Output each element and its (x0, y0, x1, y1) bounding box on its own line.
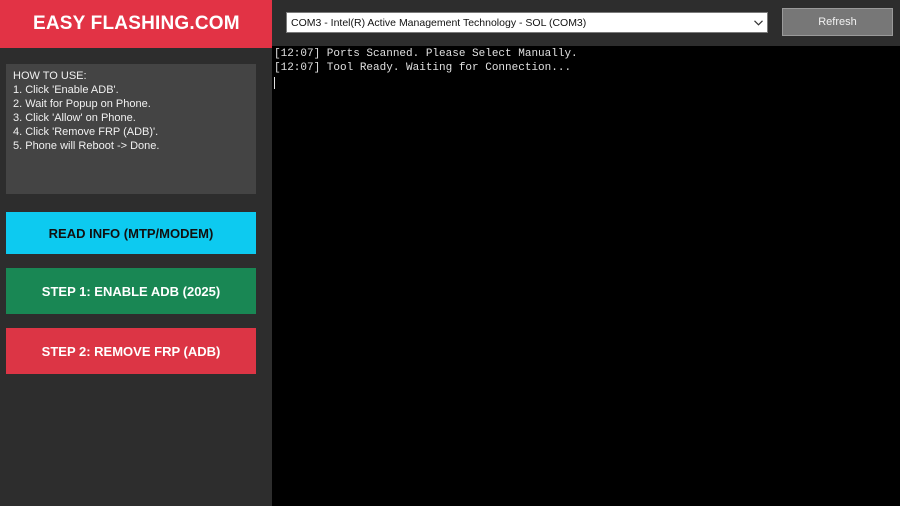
enable-adb-button[interactable]: STEP 1: ENABLE ADB (2025) (6, 268, 256, 314)
text-caret (274, 75, 898, 94)
brand-title: EASY FLASHING.COM (33, 13, 240, 34)
instruction-line: 2. Wait for Popup on Phone. (13, 98, 151, 110)
brand-header: EASY FLASHING.COM (0, 0, 272, 48)
sidebar: EASY FLASHING.COM HOW TO USE: 1. Click '… (0, 0, 272, 506)
remove-frp-button[interactable]: STEP 2: REMOVE FRP (ADB) (6, 328, 256, 374)
log-line: [12:07] Ports Scanned. Please Select Man… (274, 48, 578, 60)
read-info-button[interactable]: READ INFO (MTP/MODEM) (6, 212, 256, 254)
toolbar: COM3 - Intel(R) Active Management Techno… (272, 0, 900, 46)
instructions-heading: HOW TO USE: (13, 70, 87, 82)
chevron-down-icon[interactable] (749, 13, 767, 32)
instruction-line: 4. Click 'Remove FRP (ADB)'. (13, 126, 159, 138)
log-console[interactable]: [12:07] Ports Scanned. Please Select Man… (272, 46, 900, 506)
instruction-line: 5. Phone will Reboot -> Done. (13, 140, 160, 152)
refresh-button[interactable]: Refresh (782, 8, 893, 36)
instructions-panel: HOW TO USE: 1. Click 'Enable ADB'. 2. Wa… (6, 64, 256, 194)
port-select[interactable]: COM3 - Intel(R) Active Management Techno… (286, 12, 768, 33)
log-line: [12:07] Tool Ready. Waiting for Connecti… (274, 62, 572, 74)
port-select-value: COM3 - Intel(R) Active Management Techno… (291, 16, 587, 29)
instruction-line: 3. Click 'Allow' on Phone. (13, 112, 136, 124)
instruction-line: 1. Click 'Enable ADB'. (13, 84, 119, 96)
